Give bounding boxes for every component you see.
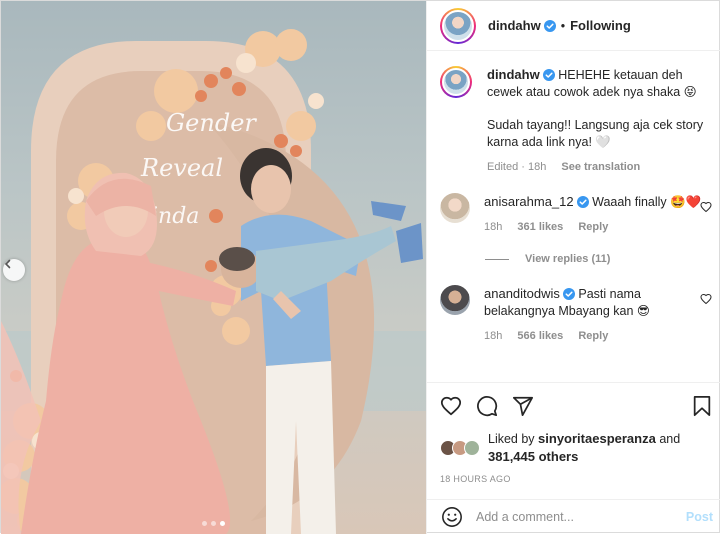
comment-button[interactable] bbox=[476, 395, 498, 417]
comments-list: dindahw HEHEHE ketauan deh cewek atau co… bbox=[427, 52, 720, 382]
paper-plane-icon bbox=[512, 396, 534, 417]
likes-others[interactable]: 381,445 others bbox=[488, 449, 578, 464]
verified-badge-icon bbox=[576, 196, 589, 208]
comment-likes[interactable]: 361 likes bbox=[517, 221, 563, 233]
comment-item: anisarahma_12 Waaah finally 🤩❤️ 18h 361 … bbox=[440, 193, 712, 236]
photo-illustration: Gender Reveal inda bbox=[1, 29, 426, 534]
likes-and: and bbox=[659, 432, 681, 446]
author-username[interactable]: dindahw bbox=[488, 18, 541, 33]
post-actions: Liked by sinyoritaesperanza and 381,445 … bbox=[427, 382, 720, 484]
comment-input[interactable] bbox=[476, 510, 686, 524]
sign-text-2: Reveal bbox=[140, 154, 223, 182]
sign-text-3: inda bbox=[151, 204, 199, 229]
chevron-left-icon bbox=[4, 259, 11, 269]
post-photo[interactable]: Gender Reveal inda bbox=[1, 1, 426, 534]
liker-avatars[interactable] bbox=[440, 440, 480, 456]
carousel-prev-button[interactable] bbox=[3, 259, 25, 281]
caption-username[interactable]: dindahw bbox=[487, 67, 540, 82]
comment-text: Waaah finally 🤩❤️ bbox=[592, 195, 702, 209]
comment-username[interactable]: anisarahma_12 bbox=[484, 194, 574, 209]
view-replies-label: View replies (11) bbox=[525, 253, 611, 265]
like-comment-heart-icon[interactable] bbox=[700, 293, 712, 305]
post-header: dindahw • Following bbox=[427, 1, 720, 51]
verified-badge-icon bbox=[543, 19, 556, 32]
like-comment-heart-icon[interactable] bbox=[700, 201, 712, 213]
comment-likes[interactable]: 566 likes bbox=[517, 330, 563, 342]
comment-username[interactable]: ananditodwis bbox=[484, 286, 560, 301]
following-button[interactable]: Following bbox=[570, 18, 631, 33]
caption-text-2: Sudah tayang!! Langsung aja cek story ka… bbox=[487, 118, 704, 149]
emoji-button[interactable] bbox=[441, 506, 463, 528]
verified-badge-icon bbox=[562, 288, 575, 300]
verified-badge-icon bbox=[542, 69, 555, 81]
commenter-avatar[interactable] bbox=[440, 193, 470, 223]
comment-item: ananditodwis Pasti nama belakangnya Mbay… bbox=[440, 285, 712, 345]
post-dialog: Gender Reveal inda dindahw • Following d… bbox=[0, 0, 720, 534]
comment-icon bbox=[477, 396, 498, 417]
share-button[interactable] bbox=[512, 395, 534, 417]
header-separator: • bbox=[560, 18, 566, 33]
caption: dindahw HEHEHE ketauan deh cewek atau co… bbox=[440, 66, 708, 176]
likes-prefix: Liked by bbox=[488, 432, 535, 446]
author-avatar[interactable] bbox=[440, 7, 476, 44]
smiley-icon bbox=[442, 507, 462, 527]
commenter-avatar[interactable] bbox=[440, 285, 470, 315]
view-replies-link[interactable]: View replies (11) bbox=[485, 253, 708, 265]
carousel-dot-active bbox=[220, 521, 225, 526]
carousel-dot bbox=[211, 521, 216, 526]
post-sidebar: dindahw • Following dindahw HEHEHE ketau… bbox=[426, 1, 720, 534]
likes-summary: Liked by sinyoritaesperanza and 381,445 … bbox=[440, 430, 714, 466]
caption-avatar[interactable] bbox=[440, 66, 472, 98]
like-button[interactable] bbox=[440, 395, 462, 417]
reply-button[interactable]: Reply bbox=[578, 221, 608, 233]
reply-button[interactable]: Reply bbox=[578, 330, 608, 342]
liker-avatar bbox=[464, 440, 480, 456]
carousel-indicator bbox=[1, 521, 426, 526]
heart-icon bbox=[440, 396, 462, 416]
add-comment-bar: Post bbox=[427, 499, 720, 534]
comment-time: 18h bbox=[484, 221, 503, 233]
post-timestamp[interactable]: 18 HOURS AGO bbox=[440, 474, 714, 484]
caption-edited-time: Edited · 18h bbox=[487, 161, 547, 173]
carousel-dot bbox=[202, 521, 207, 526]
sign-text-1: Gender bbox=[166, 109, 257, 137]
post-comment-button[interactable]: Post bbox=[686, 510, 713, 524]
liker-username[interactable]: sinyoritaesperanza bbox=[538, 431, 656, 446]
save-button[interactable] bbox=[692, 395, 712, 417]
comment-time: 18h bbox=[484, 330, 503, 342]
bookmark-icon bbox=[693, 395, 711, 417]
see-translation-link[interactable]: See translation bbox=[561, 161, 640, 173]
